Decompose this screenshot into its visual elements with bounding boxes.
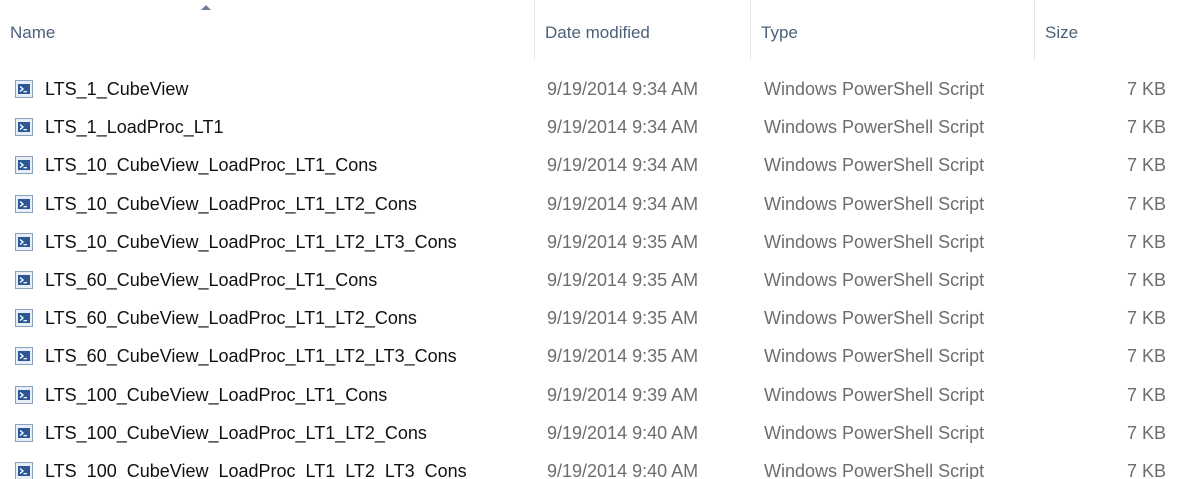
file-name: LTS_1_CubeView (45, 79, 189, 99)
file-date-modified: 9/19/2014 9:39 AM (547, 384, 699, 405)
file-row[interactable]: LTS_100_CubeView_LoadProc_LT1_Cons 9/19/2… (0, 376, 1177, 414)
file-size: 7 KB (1126, 460, 1166, 479)
powershell-script-icon (14, 194, 34, 214)
file-row[interactable]: LTS_100_CubeView_LoadProc_LT1_LT2_LT3_Co… (0, 452, 1177, 479)
powershell-script-icon (14, 270, 34, 290)
file-list-view: Name Date modified Type Size LTS_1_CubeV… (0, 0, 1177, 479)
file-size: 7 KB (1126, 422, 1166, 443)
file-row[interactable]: LTS_1_LoadProc_LT1 9/19/2014 9:34 AM Windo… (0, 108, 1177, 146)
sort-ascending-icon (201, 5, 211, 10)
column-header-size[interactable]: Size (1035, 0, 1177, 64)
file-type: Windows PowerShell Script (764, 193, 985, 214)
file-type: Windows PowerShell Script (764, 231, 985, 252)
file-row[interactable]: LTS_100_CubeView_LoadProc_LT1_LT2_Cons 9/… (0, 414, 1177, 452)
file-type: Windows PowerShell Script (764, 384, 985, 405)
powershell-script-icon (14, 461, 34, 479)
file-date-modified: 9/19/2014 9:34 AM (547, 193, 699, 214)
file-type: Windows PowerShell Script (764, 269, 985, 290)
file-type: Windows PowerShell Script (764, 346, 985, 367)
file-size: 7 KB (1126, 79, 1166, 99)
file-date-modified: 9/19/2014 9:34 AM (547, 155, 699, 176)
file-type: Windows PowerShell Script (764, 79, 985, 99)
file-size: 7 KB (1126, 155, 1166, 176)
file-date-modified: 9/19/2014 9:35 AM (547, 308, 699, 329)
file-name: LTS_60_CubeView_LoadProc_LT1_LT2_LT3_Con… (45, 346, 457, 367)
file-date-modified: 9/19/2014 9:35 AM (547, 269, 699, 290)
file-type: Windows PowerShell Script (764, 155, 985, 176)
file-date-modified: 9/19/2014 9:35 AM (547, 231, 699, 252)
powershell-script-icon (14, 308, 34, 328)
file-size: 7 KB (1126, 384, 1166, 405)
column-header-bar: Name Date modified Type Size (0, 0, 1177, 64)
file-size: 7 KB (1126, 346, 1166, 367)
column-header-name[interactable]: Name (0, 0, 535, 64)
file-size: 7 KB (1126, 193, 1166, 214)
powershell-script-icon (14, 117, 34, 137)
column-header-date-modified[interactable]: Date modified (535, 0, 751, 64)
column-header-type[interactable]: Type (751, 0, 1035, 64)
powershell-script-icon (14, 423, 34, 443)
file-size: 7 KB (1126, 231, 1166, 252)
file-row[interactable]: LTS_60_CubeView_LoadProc_LT1_LT2_LT3_Con… (0, 337, 1177, 375)
file-type: Windows PowerShell Script (764, 460, 985, 479)
file-date-modified: 9/19/2014 9:35 AM (547, 346, 699, 367)
file-row[interactable]: LTS_1_CubeView 9/19/2014 9:34 AM Windows P… (0, 70, 1177, 108)
file-name: LTS_10_CubeView_LoadProc_LT1_LT2_Cons (45, 193, 417, 214)
powershell-script-icon (14, 232, 34, 252)
file-rows: LTS_1_CubeView 9/19/2014 9:34 AM Windows P… (0, 70, 1177, 479)
powershell-script-icon (14, 155, 34, 175)
file-row[interactable]: LTS_10_CubeView_LoadProc_LT1_LT2_Cons 9/1… (0, 185, 1177, 223)
powershell-script-icon (14, 346, 34, 366)
file-date-modified: 9/19/2014 9:40 AM (547, 422, 699, 443)
file-type: Windows PowerShell Script (764, 117, 985, 138)
file-size: 7 KB (1126, 269, 1166, 290)
file-name: LTS_60_CubeView_LoadProc_LT1_LT2_Cons (45, 308, 417, 329)
file-row[interactable]: LTS_60_CubeView_LoadProc_LT1_Cons 9/19/20… (0, 261, 1177, 299)
powershell-script-icon (14, 79, 34, 99)
file-name: LTS_100_CubeView_LoadProc_LT1_Cons (45, 384, 388, 405)
file-name: LTS_60_CubeView_LoadProc_LT1_Cons (45, 269, 378, 290)
file-name: LTS_100_CubeView_LoadProc_LT1_LT2_LT3_Co… (45, 460, 467, 479)
file-name: LTS_100_CubeView_LoadProc_LT1_LT2_Cons (45, 422, 427, 443)
file-row[interactable]: LTS_10_CubeView_LoadProc_LT1_LT2_LT3_Con… (0, 223, 1177, 261)
file-type: Windows PowerShell Script (764, 308, 985, 329)
file-date-modified: 9/19/2014 9:34 AM (547, 117, 699, 138)
file-name: LTS_10_CubeView_LoadProc_LT1_LT2_LT3_Con… (45, 231, 457, 252)
file-row[interactable]: LTS_60_CubeView_LoadProc_LT1_LT2_Cons 9/1… (0, 299, 1177, 337)
file-size: 7 KB (1126, 308, 1166, 329)
file-type: Windows PowerShell Script (764, 422, 985, 443)
powershell-script-icon (14, 385, 34, 405)
file-date-modified: 9/19/2014 9:40 AM (547, 460, 699, 479)
file-date-modified: 9/19/2014 9:34 AM (547, 79, 699, 99)
file-size: 7 KB (1126, 117, 1166, 138)
file-row[interactable]: LTS_10_CubeView_LoadProc_LT1_Cons 9/19/20… (0, 146, 1177, 184)
file-name: LTS_1_LoadProc_LT1 (45, 117, 224, 138)
file-name: LTS_10_CubeView_LoadProc_LT1_Cons (45, 155, 378, 176)
